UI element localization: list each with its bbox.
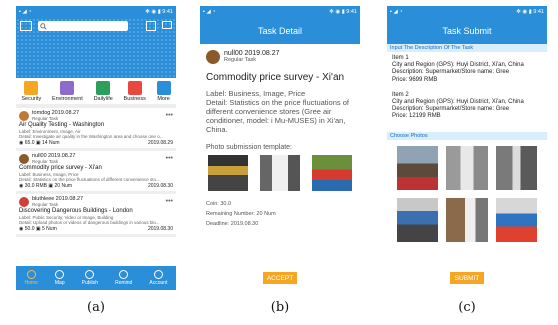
- avatar: [206, 50, 220, 64]
- task-detail: null00 2019.08.27 Regular Task Commodity…: [200, 44, 360, 237]
- status-right: ✻ ◉ ▮ 9:41: [516, 9, 544, 15]
- bottom-tab-bar: Home Map Publish Remind Account: [16, 266, 176, 290]
- task-title: Commodity price survey - Xi'an: [206, 72, 345, 83]
- status-right: ✻ ◉ ▮ 9:41: [145, 9, 173, 15]
- app-bar: Task Submit: [387, 18, 547, 44]
- task-card[interactable]: tomdog 2019.08.27 Regular Task ••• Air Q…: [16, 108, 176, 151]
- status-bar: ▪ ◢ ◔ ✻ ◉ ▮ 9:41: [387, 6, 547, 18]
- accept-button[interactable]: ACCEPT: [263, 272, 297, 284]
- list-item[interactable]: Item 1 City and Region (GPS): Huyi Distr…: [392, 55, 542, 84]
- more-options-icon[interactable]: •••: [166, 198, 173, 205]
- page-title: Task Detail: [257, 26, 302, 36]
- deadline-text: Deadline: 2019.08.30: [206, 221, 259, 227]
- submitted-photo[interactable]: [446, 145, 488, 190]
- task-detail-screen: ▪ ◢ ◔ ✻ ◉ ▮ 9:41 Task Detail null00 2019…: [200, 6, 360, 290]
- qr-code-icon[interactable]: [146, 21, 156, 31]
- submitted-photo[interactable]: [446, 197, 488, 242]
- search-input[interactable]: [38, 21, 128, 31]
- avatar: [19, 153, 29, 164]
- tab-map[interactable]: Map: [55, 270, 65, 286]
- caption-b: (b): [270, 300, 290, 315]
- search-icon: [40, 22, 47, 30]
- submitted-photo[interactable]: [495, 197, 537, 242]
- coin-icon: ◉: [19, 226, 24, 232]
- coin-text: Coin: 30.0: [206, 201, 232, 207]
- template-label: Photo submission template:: [206, 144, 292, 151]
- list-item[interactable]: Item 2 City and Region (GPS): Huyi Distr…: [392, 92, 542, 121]
- category-row: Security Environment Dailylife Business …: [16, 78, 176, 108]
- template-photo[interactable]: [260, 155, 300, 191]
- app-bar: Task Detail: [200, 18, 360, 44]
- caption-c: (c): [458, 300, 476, 315]
- more-icon: [156, 81, 171, 95]
- status-right: ✻ ◉ ▮ 9:41: [329, 9, 357, 15]
- item-list[interactable]: Item 1 City and Region (GPS): Huyi Distr…: [387, 52, 547, 132]
- message-icon[interactable]: [162, 21, 172, 29]
- caption-a: (a): [87, 300, 105, 315]
- status-bar: ▪ ◢ ◔ ✻ ◉ ▮ 9:41: [200, 6, 360, 18]
- status-left: ▪ ◢ ◔: [19, 9, 32, 15]
- task-description: Detail: Statistics on the price fluctuat…: [206, 98, 349, 134]
- photos-section-header: Choose Photos: [387, 131, 547, 140]
- map-icon: [55, 270, 65, 279]
- category-business[interactable]: Business: [124, 81, 146, 102]
- photo-grid: [387, 140, 547, 248]
- task-card[interactable]: bluthleee 2019.08.27 Regular Task ••• Di…: [16, 194, 176, 237]
- page-title: Task Submit: [442, 26, 492, 36]
- task-submit-screen: ▪ ◢ ◔ ✻ ◉ ▮ 9:41 Task Submit Input The D…: [387, 6, 547, 290]
- dailylife-icon: [96, 81, 111, 95]
- status-left: ▪ ◢ ◔: [203, 9, 216, 15]
- scan-icon[interactable]: [20, 21, 32, 31]
- status-left: ▪ ◢ ◔: [390, 9, 403, 15]
- category-environment[interactable]: Environment: [52, 81, 83, 102]
- submitted-photo[interactable]: [397, 197, 439, 242]
- coin-icon: ◉: [19, 140, 24, 146]
- description-section-header: Input The Description Of The Task: [387, 44, 547, 52]
- tab-home[interactable]: Home: [25, 270, 38, 286]
- category-more[interactable]: More: [156, 81, 171, 102]
- more-options-icon[interactable]: •••: [166, 155, 173, 162]
- environment-icon: [60, 81, 75, 95]
- user-icon: [153, 270, 163, 279]
- home-icon: [26, 270, 36, 279]
- people-icon: ▣: [48, 183, 54, 189]
- submit-button[interactable]: SUBMIT: [450, 272, 484, 284]
- tab-remind[interactable]: Remind: [115, 270, 132, 286]
- remaining-text: Remaining Number: 20 Num: [206, 211, 276, 217]
- people-icon: ▣: [35, 226, 41, 232]
- task-card[interactable]: null00 2019.08.27 Regular Task ••• Commo…: [16, 151, 176, 194]
- template-photo[interactable]: [208, 155, 248, 191]
- task-list-screen: ▪ ◢ ◔ ✻ ◉ ▮ 9:41 Security Environment Da…: [16, 6, 176, 290]
- avatar: [19, 196, 29, 207]
- template-photo[interactable]: [312, 155, 352, 191]
- business-icon: [127, 81, 142, 95]
- template-photos: [208, 155, 352, 191]
- home-banner: [16, 18, 176, 78]
- status-bar: ▪ ◢ ◔ ✻ ◉ ▮ 9:41: [16, 6, 176, 18]
- people-icon: ▣: [35, 140, 41, 146]
- submitted-photo[interactable]: [495, 145, 537, 190]
- avatar: [19, 110, 29, 121]
- bell-icon: [119, 270, 129, 279]
- tab-account[interactable]: Account: [149, 270, 167, 286]
- coin-icon: ◉: [19, 183, 24, 189]
- submitted-photo[interactable]: [397, 145, 439, 190]
- more-options-icon[interactable]: •••: [166, 112, 173, 119]
- task-label: Label: Business, Image, Price: [206, 89, 306, 98]
- tab-publish[interactable]: Publish: [82, 270, 98, 286]
- category-security[interactable]: Security: [21, 81, 41, 102]
- security-icon: [24, 81, 39, 95]
- plus-icon: [85, 270, 95, 279]
- category-dailylife[interactable]: Dailylife: [94, 81, 113, 102]
